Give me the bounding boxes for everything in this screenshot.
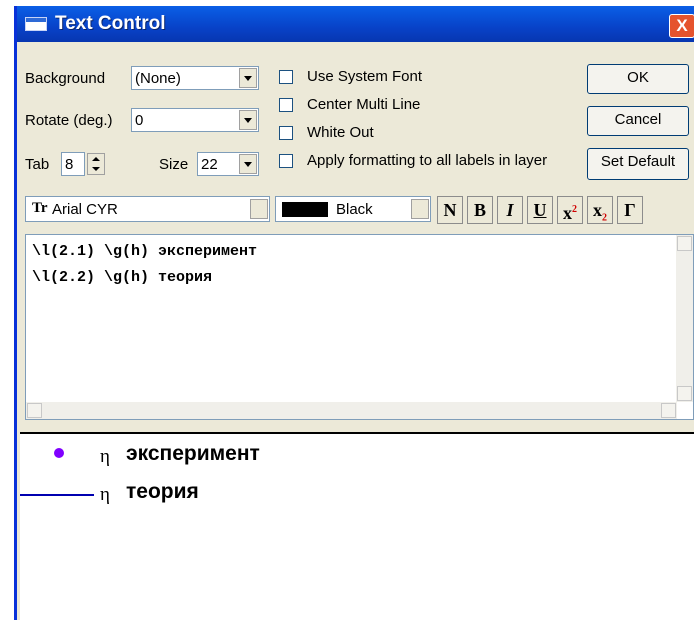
text-control-dialog: Text Control X Background (None) Rotate … xyxy=(14,6,694,620)
set-default-button[interactable]: Set Default xyxy=(587,148,689,180)
background-dropdown[interactable]: (None) xyxy=(131,66,259,90)
size-value: 22 xyxy=(201,156,218,173)
legend-text-theory: теория xyxy=(126,480,199,503)
normal-format-button[interactable]: N xyxy=(437,196,463,224)
legend-text-experiment: эксперимент xyxy=(126,442,260,465)
line-marker-icon xyxy=(20,494,94,496)
ok-button[interactable]: OK xyxy=(587,64,689,94)
scroll-left-icon[interactable] xyxy=(27,403,42,418)
scroll-up-icon[interactable] xyxy=(677,236,692,251)
bold-button[interactable]: B xyxy=(467,196,493,224)
scroll-down-icon[interactable] xyxy=(677,386,692,401)
checkbox-label: Apply formatting to all labels in layer xyxy=(307,152,548,169)
checkbox-label: Center Multi Line xyxy=(307,96,421,113)
text-editor[interactable]: \l(2.1) \g(h) эксперимент \l(2.2) \g(h) … xyxy=(25,234,694,420)
truetype-font-icon: Tr xyxy=(32,200,48,216)
scroll-right-icon[interactable] xyxy=(661,403,676,418)
title-bar[interactable]: Text Control X xyxy=(17,6,694,42)
background-value: (None) xyxy=(135,70,181,87)
stepper-down-icon[interactable] xyxy=(92,167,100,171)
editor-line-1[interactable]: \l(2.1) \g(h) эксперимент xyxy=(32,243,257,260)
rotate-label: Rotate (deg.) xyxy=(25,112,113,129)
subscript-base: x xyxy=(593,200,602,220)
tab-input[interactable]: 8 xyxy=(61,152,85,176)
eta-symbol: η xyxy=(100,446,110,467)
subscript-digit: 2 xyxy=(602,212,607,224)
superscript-digit: 2 xyxy=(572,204,577,215)
checkbox-label: White Out xyxy=(307,124,374,141)
vertical-scrollbar[interactable] xyxy=(676,235,693,402)
tab-value: 8 xyxy=(65,156,74,173)
checkbox-box[interactable] xyxy=(279,126,293,140)
cancel-button[interactable]: Cancel xyxy=(587,106,689,136)
color-dropdown[interactable]: Black xyxy=(275,196,431,222)
chevron-down-icon[interactable] xyxy=(250,199,268,219)
size-dropdown[interactable]: 22 xyxy=(197,152,259,176)
color-value: Black xyxy=(336,201,373,218)
chevron-down-icon[interactable] xyxy=(239,68,257,88)
tab-label: Tab xyxy=(25,156,50,173)
size-label: Size xyxy=(159,156,189,173)
horizontal-scrollbar[interactable] xyxy=(26,402,677,419)
underline-button[interactable]: U xyxy=(527,196,553,224)
ok-button-label: OK xyxy=(627,69,649,86)
greek-button[interactable]: Γ xyxy=(617,196,643,224)
stepper-up-icon[interactable] xyxy=(92,157,100,161)
checkbox-box[interactable] xyxy=(279,154,293,168)
chevron-down-icon[interactable] xyxy=(239,154,257,174)
superscript-base: x xyxy=(563,203,572,223)
chevron-down-icon[interactable] xyxy=(239,110,257,130)
italic-button[interactable]: I xyxy=(497,196,523,224)
font-value: Arial CYR xyxy=(52,201,118,218)
editor-line-2[interactable]: \l(2.2) \g(h) теория xyxy=(32,269,212,286)
color-swatch xyxy=(282,202,328,217)
superscript-button[interactable]: x2 xyxy=(557,196,583,224)
rotate-value: 0 xyxy=(135,112,144,129)
checkbox-label: Use System Font xyxy=(307,68,423,85)
scatter-marker-icon xyxy=(54,448,64,458)
checkbox-box[interactable] xyxy=(279,70,293,84)
eta-symbol: η xyxy=(100,484,110,505)
label-preview: η эксперимент η теория xyxy=(20,432,694,620)
subscript-button[interactable]: x2 xyxy=(587,196,613,224)
window-icon xyxy=(25,17,47,31)
chevron-down-icon[interactable] xyxy=(411,199,429,219)
window-title: Text Control xyxy=(55,13,166,34)
rotate-dropdown[interactable]: 0 xyxy=(131,108,259,132)
close-button[interactable]: X xyxy=(669,14,694,38)
tab-stepper[interactable] xyxy=(87,153,105,175)
set-default-button-label: Set Default xyxy=(600,153,676,170)
background-label: Background xyxy=(25,70,106,87)
checkbox-box[interactable] xyxy=(279,98,293,112)
font-dropdown[interactable]: Tr Arial CYR xyxy=(25,196,270,222)
cancel-button-label: Cancel xyxy=(614,111,662,128)
